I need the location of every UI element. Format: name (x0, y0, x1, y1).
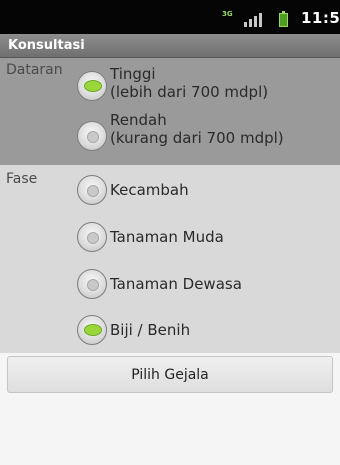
dataran-section: Dataran Tinggi (lebih dari 700 mdpl) Ren… (0, 58, 340, 165)
fase-section: Fase Kecambah Tanaman Muda Tanaman Dewas… (0, 165, 340, 353)
page-title: Konsultasi (8, 38, 85, 53)
network-3g-icon: 3G (222, 10, 233, 18)
radio-unchecked-indicator (87, 131, 99, 143)
option-tinggi-title: Tinggi (110, 65, 156, 83)
radio-checked-indicator (84, 324, 102, 336)
option-tinggi[interactable]: Tinggi (lebih dari 700 mdpl) (110, 65, 268, 101)
fase-label: Fase (6, 171, 38, 187)
radio-tanaman-muda[interactable] (77, 222, 107, 252)
option-rendah-title: Rendah (110, 111, 167, 129)
status-bar: 3G 11:57 (0, 0, 340, 34)
option-rendah-desc: (kurang dari 700 mdpl) (110, 129, 284, 147)
option-biji-benih[interactable]: Biji / Benih (110, 321, 190, 339)
option-kecambah[interactable]: Kecambah (110, 181, 189, 199)
option-tanaman-muda[interactable]: Tanaman Muda (110, 228, 224, 246)
radio-biji-benih[interactable] (77, 315, 107, 345)
radio-tinggi[interactable] (77, 71, 107, 101)
option-tinggi-desc: (lebih dari 700 mdpl) (110, 83, 269, 101)
radio-unchecked-indicator (87, 232, 99, 244)
battery-icon (279, 11, 288, 27)
radio-checked-indicator (84, 80, 102, 92)
dataran-label: Dataran (6, 62, 63, 78)
status-clock: 11:57 (301, 9, 340, 27)
radio-rendah[interactable] (77, 121, 107, 151)
option-rendah[interactable]: Rendah (kurang dari 700 mdpl) (110, 111, 284, 147)
pilih-gejala-button[interactable]: Pilih Gejala (7, 356, 333, 393)
title-bar: Konsultasi (0, 34, 340, 58)
signal-icon (244, 13, 262, 27)
option-tanaman-dewasa[interactable]: Tanaman Dewasa (110, 275, 242, 293)
radio-unchecked-indicator (87, 279, 99, 291)
radio-tanaman-dewasa[interactable] (77, 269, 107, 299)
radio-kecambah[interactable] (77, 175, 107, 205)
radio-unchecked-indicator (87, 185, 99, 197)
